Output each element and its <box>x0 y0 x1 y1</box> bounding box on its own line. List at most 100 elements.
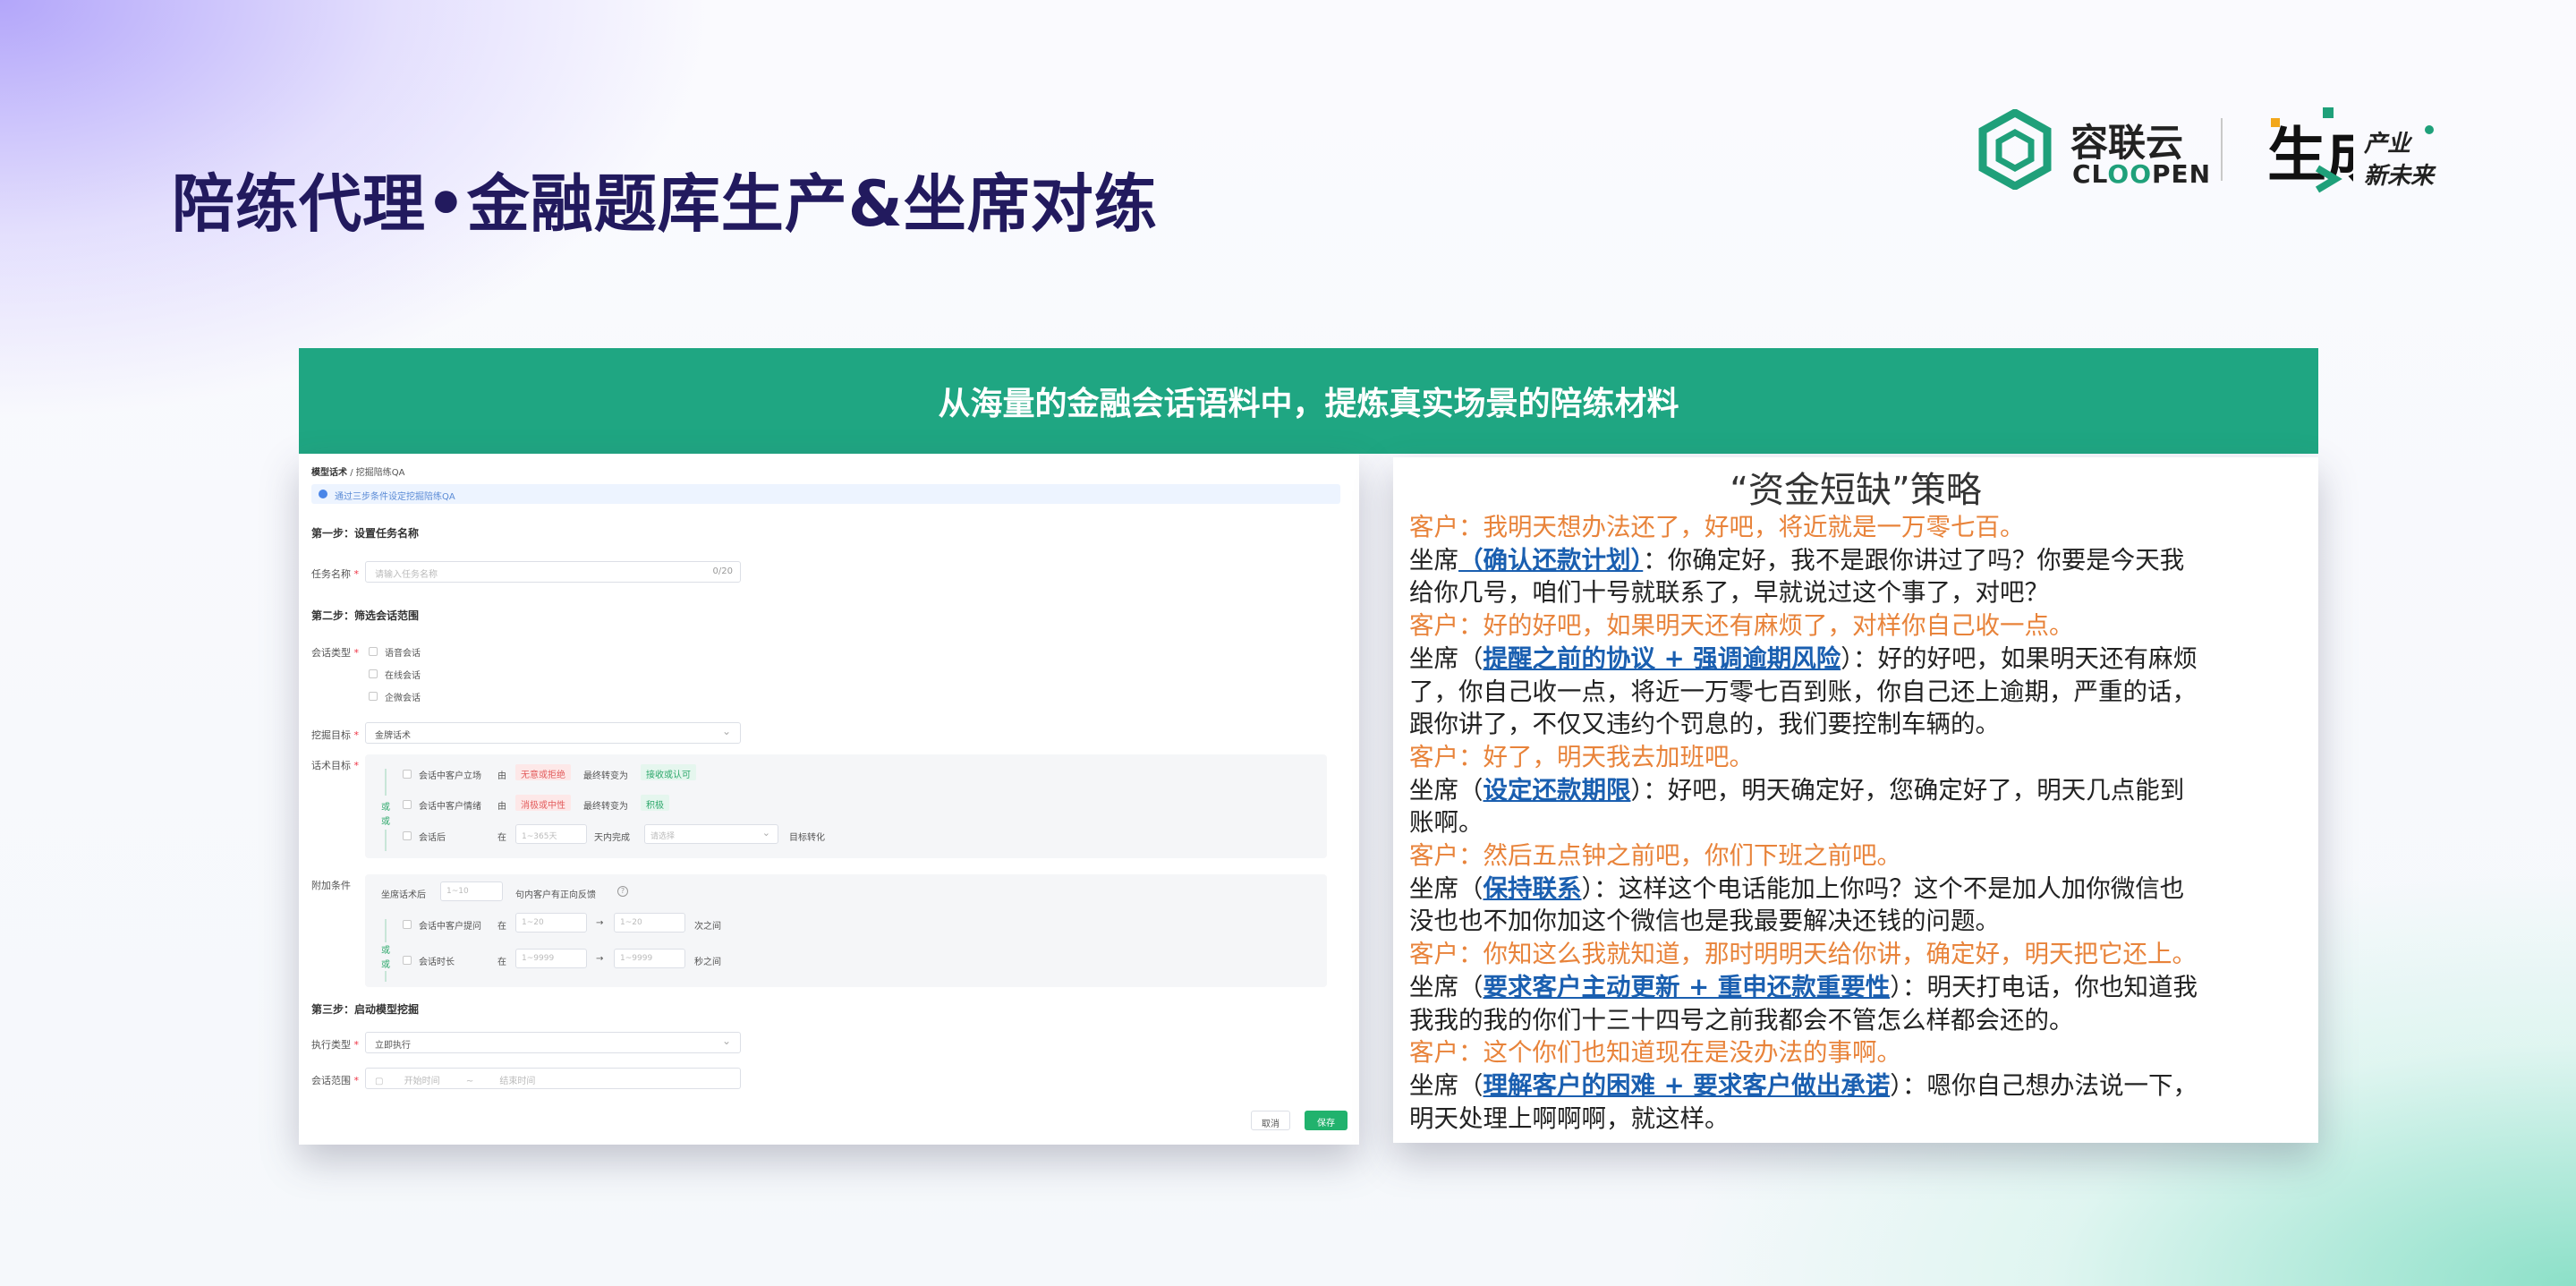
exec-type-select[interactable]: 立即执行 ⌄ <box>365 1032 741 1053</box>
agent-line-cont: 跟你讲了，不仅又违约个罚息的，我们要控制车辆的。 <box>1409 710 2000 739</box>
agent-prefix: 坐席（ <box>1409 775 1484 805</box>
strategy-label: 保持联系 <box>1483 873 1582 903</box>
cloopen-hex-logo-icon <box>1978 109 2052 190</box>
agent-prefix: 坐席（ <box>1409 643 1484 673</box>
cond-duration-to-input[interactable]: 1~9999 <box>614 949 685 968</box>
agent-text: ）：好吧，明天确定好，您确定好了，明天几点能到 <box>1630 775 2185 805</box>
agent-line: 坐席（要求客户主动更新 + 重申还款重要性）：明天打电话，你也知道我 <box>1409 971 2304 1004</box>
cond-emotion-label: 会话中客户情绪 <box>419 802 481 812</box>
customer-line: 客户：好的好吧，如果明天还有麻烦了，对样你自己收一点。 <box>1409 611 2074 641</box>
session-range-label: 会话范围 * <box>311 1075 359 1086</box>
slide-title: 陪练代理•金融题库生产&坐席对练 <box>172 167 1158 241</box>
agent-line-cont: 账啊。 <box>1409 808 1484 838</box>
agent-line: 坐席（设定还款期限）：好吧，明天确定好，您确定好了，明天几点能到 <box>1409 774 2304 807</box>
agent-line-cont: 我我的我的你们十三十四号之前我都会不管怎么样都会还的。 <box>1409 1005 2074 1035</box>
tag-negative[interactable]: 消极或中性 <box>515 795 571 811</box>
cond-duration-checkbox[interactable] <box>403 956 412 965</box>
strategy-label: 设定还款期限 <box>1483 775 1631 805</box>
script-target-box <box>365 754 1327 858</box>
cond-duration-arrow: → <box>596 954 604 964</box>
brand-name-en: CLOOPEN <box>2072 159 2212 189</box>
customer-line: 客户：我明天想办法还了，好吧，将近就是一万零七百。 <box>1409 513 2025 541</box>
cond-question-unit: 次之间 <box>694 922 721 932</box>
session-type-online-checkbox[interactable] <box>369 669 378 678</box>
tag-accept[interactable]: 接收或认可 <box>641 764 696 780</box>
cond-duration-label: 会话时长 <box>419 958 455 967</box>
or-bar-extra-top <box>385 919 387 942</box>
cond-after-days-input[interactable]: 1~365天 <box>515 824 587 844</box>
notice-bar: 通过三步条件设定挖掘陪练QA <box>311 484 1340 504</box>
info-icon <box>319 490 327 498</box>
customer-line: 客户：然后五点钟之前吧，你们下班之前吧。 <box>1409 841 1901 871</box>
agent-line: 坐席（理解客户的困难 + 要求客户做出承诺）：嗯你自己想办法说一下， <box>1409 1069 2304 1103</box>
task-name-input[interactable]: 请输入任务名称 0/20 <box>365 561 741 583</box>
agent-text: ）：嗯你自己想办法说一下， <box>1890 1070 2198 1100</box>
session-type-wecom-checkbox[interactable] <box>369 692 378 701</box>
extra-cond-label: 附加条件 <box>311 880 351 891</box>
step2-heading: 第二步：筛选会话范围 <box>311 609 420 622</box>
breadcrumb: 模型话术 / 挖掘陪练QA <box>311 464 404 478</box>
or-bar-bottom <box>385 830 387 851</box>
extra-cond-box <box>365 874 1327 987</box>
cond-question-label: 会话中客户提问 <box>419 922 481 932</box>
strategy-label: （确认还款计划） <box>1458 545 1644 575</box>
or-label: 或 <box>381 803 390 813</box>
or-bar-extra-bottom <box>385 971 387 982</box>
cond-question-checkbox[interactable] <box>403 920 412 929</box>
customer-line: 客户：这个你们也知道现在是没办法的事啊。 <box>1409 1038 1901 1068</box>
help-icon[interactable]: ? <box>617 886 628 897</box>
cond-stance-from: 由 <box>497 771 506 781</box>
cond-question-from-input[interactable]: 1~20 <box>515 913 587 933</box>
cond-after-target: 目标转化 <box>789 833 825 843</box>
cond-after-select[interactable]: 请选择 ⌄ <box>644 824 778 844</box>
breadcrumb-root[interactable]: 模型话术 <box>311 468 347 478</box>
agent-prefix: 坐席（ <box>1409 873 1484 903</box>
agent-line-cont: 明天处理上啊啊啊，就这样。 <box>1409 1103 1730 1133</box>
agent-text: ：你确定好，我不是跟你讲过了吗？你要是今天我 <box>1643 545 2185 575</box>
exec-type-label: 执行类型 * <box>311 1039 359 1051</box>
chevron-down-icon: ⌄ <box>721 1035 731 1047</box>
agent-prefix: 坐席（ <box>1409 1070 1484 1100</box>
agent-text: ）：好的好吧，如果明天还有麻烦 <box>1841 643 2198 673</box>
cond-question-arrow: → <box>596 918 604 928</box>
cond-after-checkbox[interactable] <box>403 831 412 840</box>
agent-line-cont: 给你几号，咱们十号就联系了，早就说过这个事了，对吧？ <box>1409 578 2049 608</box>
cond-after-in: 在 <box>497 833 506 843</box>
agent-prefix: 坐席（ <box>1409 972 1484 1001</box>
shengcheng-logo-icon: 生成 <box>2267 107 2353 193</box>
session-type-label: 会话类型 * <box>311 647 359 659</box>
mining-target-select[interactable]: 金牌话术 ⌄ <box>365 722 741 744</box>
cond-duration-from-input[interactable]: 1~9999 <box>515 949 587 968</box>
save-button[interactable]: 保存 <box>1305 1111 1348 1130</box>
transcript-title: “资金短缺”策略 <box>1730 470 1982 511</box>
agent-line: 坐席（提醒之前的协议 + 强调逾期风险）：好的好吧，如果明天还有麻烦 <box>1409 643 2304 676</box>
cond-emotion-to: 最终转变为 <box>583 802 628 812</box>
cond-emotion-checkbox[interactable] <box>403 800 412 809</box>
session-type-online-label: 在线会话 <box>385 671 421 681</box>
cond-stance-checkbox[interactable] <box>403 770 412 779</box>
agent-prefix: 坐席 <box>1409 545 1458 575</box>
tag-positive[interactable]: 积极 <box>641 795 669 811</box>
partner-text-1: 产业 <box>2364 131 2411 158</box>
task-name-label: 任务名称 * <box>311 568 359 580</box>
or-bar-top <box>385 769 387 796</box>
agent-after-input[interactable]: 1~10 <box>440 881 503 901</box>
agent-line-cont: 了，你自己收一点，将近一万零七百到账，你自己还上逾期，严重的话， <box>1409 677 2197 706</box>
agent-text: ）：明天打电话，你也知道我 <box>1890 972 2198 1001</box>
strategy-label: 要求客户主动更新 + 重申还款重要性 <box>1483 972 1891 1001</box>
mining-target-label: 挖掘目标 * <box>311 729 359 741</box>
tag-reject[interactable]: 无意或拒绝 <box>515 764 571 780</box>
session-type-voice-checkbox[interactable] <box>369 647 378 656</box>
cond-duration-in: 在 <box>497 958 506 967</box>
partner-text-2: 新未来 <box>2364 163 2435 190</box>
agent-line: 坐席（确认还款计划）：你确定好，我不是跟你讲过了吗？你要是今天我 <box>1409 544 2304 577</box>
strategy-label: 理解客户的困难 + 要求客户做出承诺 <box>1483 1070 1891 1100</box>
calendar-icon: ▢ <box>375 1077 384 1086</box>
cancel-button[interactable]: 取消 <box>1251 1111 1290 1130</box>
cond-question-to-input[interactable]: 1~20 <box>614 913 685 933</box>
customer-line: 客户：你知这么我就知道，那时明明天给你讲，确定好，明天把它还上。 <box>1409 940 2197 969</box>
agent-line: 坐席（保持联系）：这样这个电话能加上你吗？这个不是加人加你微信也 <box>1409 873 2304 906</box>
session-range-picker[interactable]: ▢ 开始时间 ~ 结束时间 <box>365 1068 741 1089</box>
breadcrumb-sep: / <box>350 468 353 478</box>
agent-text: ）：这样这个电话能加上你吗？这个不是加人加你微信也 <box>1581 873 2185 903</box>
